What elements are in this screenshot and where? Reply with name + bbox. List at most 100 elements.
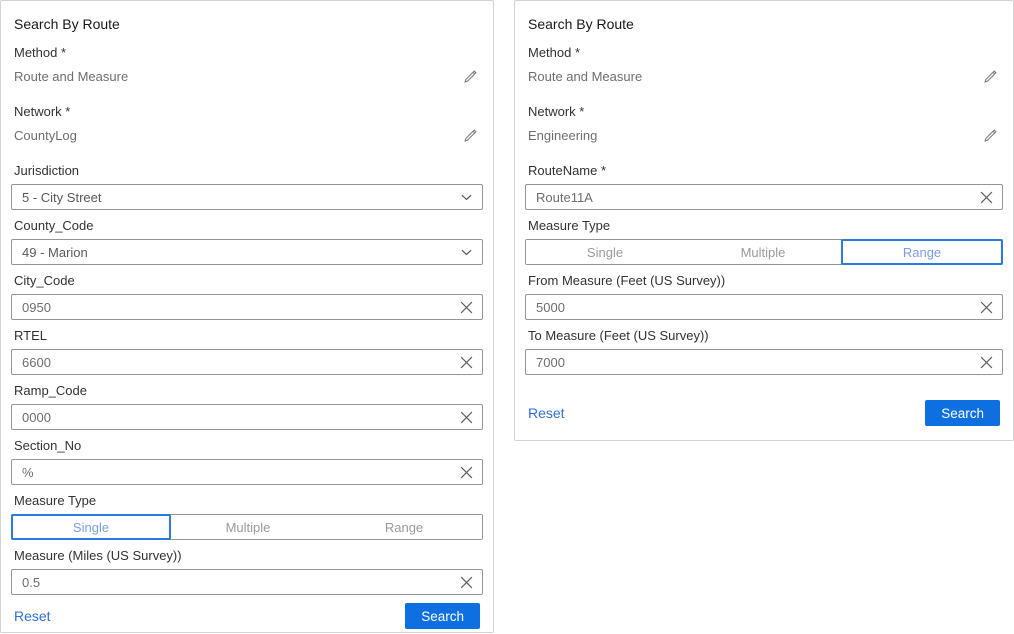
chevron-down-icon (461, 194, 472, 201)
rtel-input[interactable] (12, 350, 450, 374)
clear-x-icon (460, 301, 473, 314)
measure-label: Measure (Miles (US Survey)) (14, 548, 483, 564)
pencil-icon (982, 68, 999, 85)
method-label: Method * (14, 45, 483, 61)
county-code-selected-value: 49 - Marion (22, 245, 88, 260)
field-measure-type: Measure Type Single Multiple Range (525, 218, 1003, 265)
network-value: Engineering (528, 126, 597, 145)
method-value-row: Route and Measure (528, 66, 1000, 86)
to-measure-clear-button[interactable] (970, 350, 1002, 374)
pencil-icon (462, 127, 479, 144)
search-button[interactable]: Search (925, 400, 1000, 426)
city-code-input[interactable] (12, 295, 450, 319)
to-measure-input[interactable] (526, 350, 970, 374)
city-code-input-box (11, 294, 483, 320)
method-value: Route and Measure (14, 67, 128, 86)
clear-x-icon (460, 356, 473, 369)
field-to-measure: To Measure (Feet (US Survey)) (525, 328, 1003, 375)
ramp-code-input-box (11, 404, 483, 430)
field-method: Method * Route and Measure (525, 45, 1003, 96)
pencil-icon (462, 68, 479, 85)
field-from-measure: From Measure (Feet (US Survey)) (525, 273, 1003, 320)
search-by-route-panel-countylog: Search By Route Method * Route and Measu… (0, 0, 494, 633)
network-label: Network * (14, 104, 483, 120)
county-code-label: County_Code (14, 218, 483, 234)
from-measure-input[interactable] (526, 295, 970, 319)
route-name-label: RouteName * (528, 163, 1003, 179)
field-measure: Measure (Miles (US Survey)) (11, 548, 483, 595)
from-measure-clear-button[interactable] (970, 295, 1002, 319)
field-county-code: County_Code 49 - Marion (11, 218, 483, 265)
city-code-label: City_Code (14, 273, 483, 289)
clear-x-icon (460, 466, 473, 479)
segment-multiple[interactable]: Multiple (684, 240, 842, 264)
ramp-code-input[interactable] (12, 405, 450, 429)
field-network: Network * CountyLog (11, 104, 483, 155)
section-no-input-box (11, 459, 483, 485)
ramp-code-clear-button[interactable] (450, 405, 482, 429)
network-value-row: CountyLog (14, 125, 480, 145)
method-edit-button[interactable] (980, 66, 1000, 86)
field-jurisdiction: Jurisdiction 5 - City Street (11, 163, 483, 210)
ramp-code-label: Ramp_Code (14, 383, 483, 399)
field-measure-type: Measure Type Single Multiple Range (11, 493, 483, 540)
method-value-row: Route and Measure (14, 66, 480, 86)
clear-x-icon (980, 191, 993, 204)
network-edit-button[interactable] (460, 125, 480, 145)
page-title: Search By Route (528, 15, 1003, 33)
measure-clear-button[interactable] (450, 570, 482, 594)
measure-type-segmented-control: Single Multiple Range (525, 239, 1003, 265)
jurisdiction-select[interactable]: 5 - City Street (11, 184, 483, 210)
segment-multiple[interactable]: Multiple (170, 515, 326, 539)
measure-input[interactable] (12, 570, 450, 594)
measure-type-label: Measure Type (528, 218, 1003, 234)
reset-link[interactable]: Reset (14, 608, 51, 624)
field-method: Method * Route and Measure (11, 45, 483, 96)
network-edit-button[interactable] (980, 125, 1000, 145)
segment-single[interactable]: Single (11, 514, 171, 540)
field-city-code: City_Code (11, 273, 483, 320)
city-code-clear-button[interactable] (450, 295, 482, 319)
panel-footer: Reset Search (11, 603, 483, 631)
reset-link[interactable]: Reset (528, 405, 565, 421)
network-value: CountyLog (14, 126, 77, 145)
from-measure-label: From Measure (Feet (US Survey)) (528, 273, 1003, 289)
route-name-clear-button[interactable] (970, 185, 1002, 209)
measure-type-segmented-control: Single Multiple Range (11, 514, 483, 540)
panel-footer: Reset Search (525, 400, 1003, 428)
jurisdiction-label: Jurisdiction (14, 163, 483, 179)
clear-x-icon (980, 301, 993, 314)
method-value: Route and Measure (528, 67, 642, 86)
field-section-no: Section_No (11, 438, 483, 485)
pencil-icon (982, 127, 999, 144)
chevron-down-icon (461, 249, 472, 256)
rtel-label: RTEL (14, 328, 483, 344)
method-edit-button[interactable] (460, 66, 480, 86)
jurisdiction-selected-value: 5 - City Street (22, 190, 101, 205)
segment-single[interactable]: Single (526, 240, 684, 264)
from-measure-input-box (525, 294, 1003, 320)
clear-x-icon (980, 356, 993, 369)
route-name-input[interactable] (526, 185, 970, 209)
section-no-input[interactable] (12, 460, 450, 484)
measure-type-label: Measure Type (14, 493, 483, 509)
route-name-input-box (525, 184, 1003, 210)
rtel-clear-button[interactable] (450, 350, 482, 374)
county-code-select[interactable]: 49 - Marion (11, 239, 483, 265)
segment-range[interactable]: Range (326, 515, 482, 539)
field-network: Network * Engineering (525, 104, 1003, 155)
to-measure-label: To Measure (Feet (US Survey)) (528, 328, 1003, 344)
field-route-name: RouteName * (525, 163, 1003, 210)
network-label: Network * (528, 104, 1003, 120)
method-label: Method * (528, 45, 1003, 61)
search-button[interactable]: Search (405, 603, 480, 629)
section-no-label: Section_No (14, 438, 483, 454)
measure-input-box (11, 569, 483, 595)
page-title: Search By Route (14, 15, 483, 33)
section-no-clear-button[interactable] (450, 460, 482, 484)
clear-x-icon (460, 576, 473, 589)
segment-range[interactable]: Range (841, 239, 1003, 265)
network-value-row: Engineering (528, 125, 1000, 145)
search-by-route-widgets: Search By Route Method * Route and Measu… (0, 0, 1014, 634)
to-measure-input-box (525, 349, 1003, 375)
